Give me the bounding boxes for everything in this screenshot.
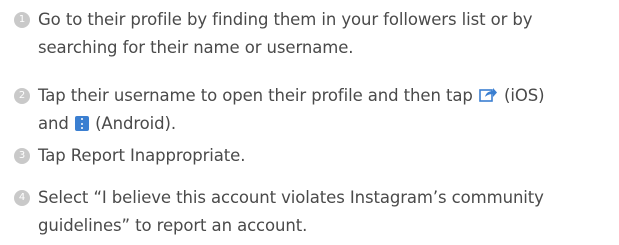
- step-line: guidelines” to report an account.: [38, 216, 308, 235]
- step-line: Tap their username to open their profile…: [38, 84, 618, 108]
- step-number-badge: 2: [14, 88, 30, 104]
- step-text: Tap Report Inappropriate.: [38, 144, 618, 168]
- step-line: Go to their profile by finding them in y…: [38, 10, 533, 29]
- step-text: Tap their username to open their profile…: [38, 84, 618, 136]
- step-line: searching for their name or username.: [38, 38, 354, 57]
- step-text: Go to their profile by finding them in y…: [38, 8, 618, 60]
- step-line-text: Tap their username to open their profile…: [38, 86, 473, 105]
- step-line: Tap Report Inappropriate.: [38, 146, 246, 165]
- share-icon: [479, 86, 498, 103]
- step-text: Select “I believe this account violates …: [38, 186, 618, 238]
- more-options-icon: [74, 116, 89, 131]
- step-line-text: (Android).: [95, 114, 176, 133]
- step-number-badge: 1: [14, 12, 30, 28]
- step-line: and (Android).: [38, 112, 618, 136]
- step-number-badge: 3: [14, 148, 30, 164]
- step-number-badge: 4: [14, 190, 30, 206]
- step-line: Select “I believe this account violates …: [38, 188, 544, 207]
- step-line-text: (iOS): [504, 86, 545, 105]
- step-line-text: and: [38, 114, 69, 133]
